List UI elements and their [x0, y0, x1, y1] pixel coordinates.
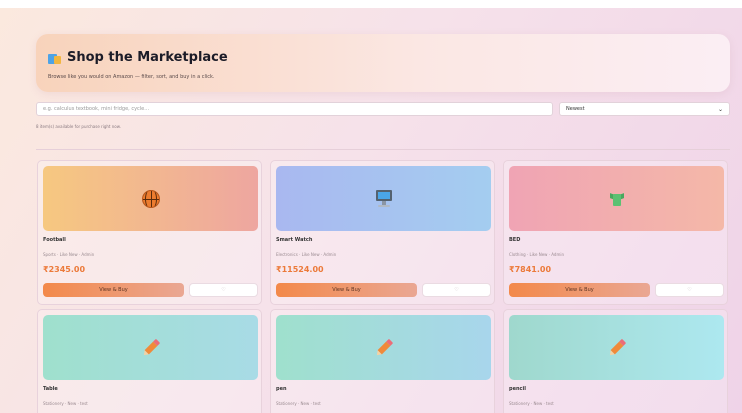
product-thumbnail[interactable]	[43, 166, 258, 231]
product-name: BED	[509, 237, 521, 243]
hero-subtitle: Browse like you would on Amazon — filter…	[48, 74, 215, 80]
product-name: Smart Watch	[276, 237, 313, 243]
product-thumbnail[interactable]	[276, 166, 491, 231]
tshirt-icon	[609, 192, 624, 206]
product-card[interactable]: Football Sports · Like New · Admin ₹2345…	[37, 160, 262, 305]
product-price: ₹11524.00	[276, 265, 324, 274]
product-meta: Clothing · Like New · Admin	[509, 252, 564, 257]
results-count: 8 item(s) available for purchase right n…	[36, 124, 121, 129]
divider	[36, 149, 730, 150]
product-meta: Stationery · New · test	[43, 401, 88, 406]
heart-icon: ♡	[221, 287, 226, 293]
product-meta: Stationery · New · test	[509, 401, 554, 406]
product-name: pen	[276, 386, 287, 392]
heart-icon: ♡	[687, 287, 692, 293]
pencil-icon	[374, 338, 393, 357]
pencil-icon	[141, 338, 160, 357]
product-card[interactable]: pencil Stationery · New · test	[503, 309, 728, 413]
wishlist-button[interactable]: ♡	[189, 283, 258, 297]
view-and-buy-button[interactable]: View & Buy	[509, 283, 650, 297]
product-meta: Sports · Like New · Admin	[43, 252, 95, 257]
product-meta: Stationery · New · test	[276, 401, 321, 406]
basketball-icon	[141, 189, 160, 208]
view-and-buy-button[interactable]: View & Buy	[276, 283, 417, 297]
product-thumbnail[interactable]	[43, 315, 258, 380]
heart-icon: ♡	[454, 287, 459, 293]
product-card[interactable]: Smart Watch Electronics · Like New · Adm…	[270, 160, 495, 305]
product-thumbnail[interactable]	[509, 315, 724, 380]
product-card[interactable]: Table Stationery · New · test	[37, 309, 262, 413]
page-title: Shop the Marketplace	[67, 50, 228, 65]
product-thumbnail[interactable]	[276, 315, 491, 380]
search-input[interactable]	[36, 102, 553, 116]
product-name: Table	[43, 386, 58, 392]
computer-icon	[375, 189, 392, 208]
pencil-icon	[607, 338, 626, 357]
shopping-bags-icon	[48, 52, 61, 64]
wishlist-button[interactable]: ♡	[422, 283, 491, 297]
view-and-buy-button[interactable]: View & Buy	[43, 283, 184, 297]
hero-banner: Shop the Marketplace Browse like you wou…	[36, 34, 730, 92]
top-bar	[0, 0, 742, 8]
product-card[interactable]: BED Clothing · Like New · Admin ₹7841.00…	[503, 160, 728, 305]
product-price: ₹2345.00	[43, 265, 86, 274]
product-meta: Electronics · Like New · Admin	[276, 252, 337, 257]
sort-selected-value: Newest	[566, 106, 585, 112]
product-name: pencil	[509, 386, 526, 392]
product-price: ₹7841.00	[509, 265, 552, 274]
product-thumbnail[interactable]	[509, 166, 724, 231]
product-name: Football	[43, 237, 66, 243]
hero-title: Shop the Marketplace	[48, 50, 228, 65]
sort-select[interactable]: Newest ⌄	[559, 102, 730, 116]
product-card[interactable]: pen Stationery · New · test	[270, 309, 495, 413]
chevron-down-icon: ⌄	[717, 105, 723, 113]
wishlist-button[interactable]: ♡	[655, 283, 724, 297]
